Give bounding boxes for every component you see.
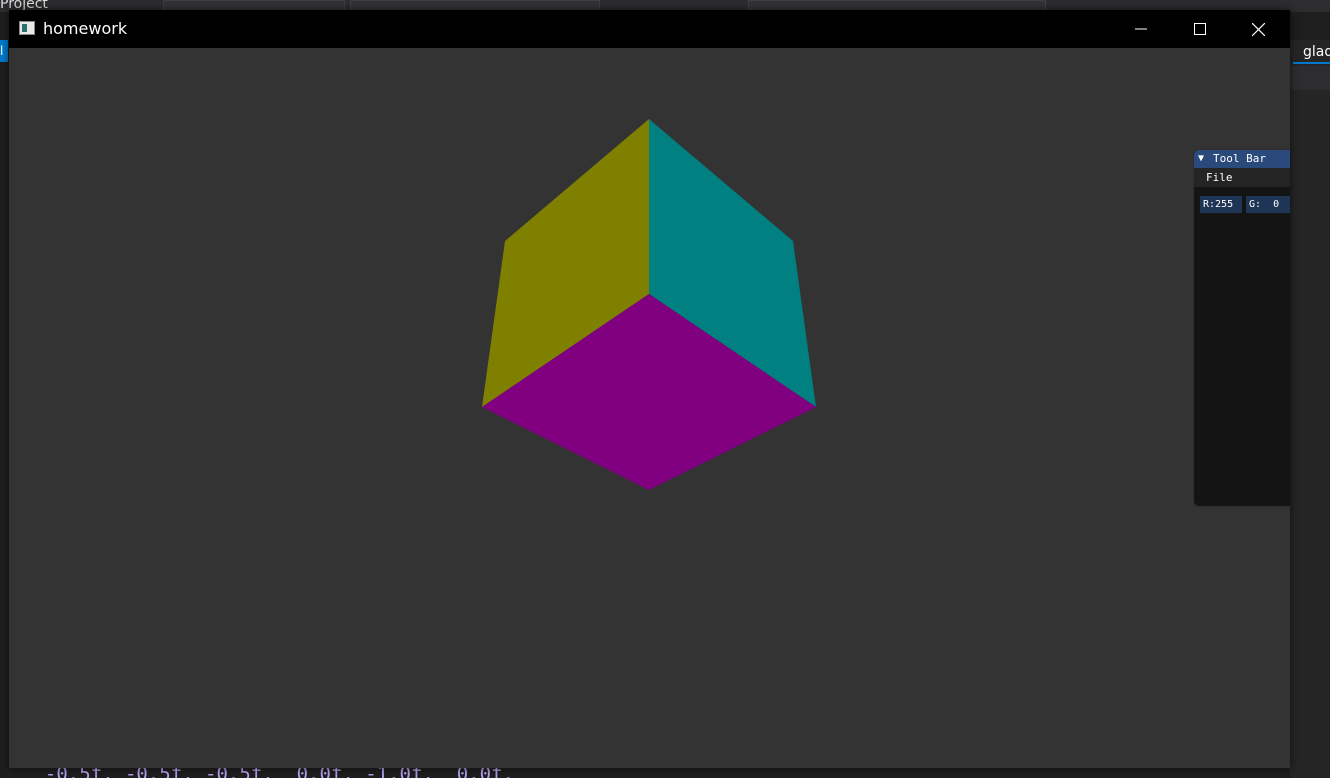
toolbar-menubar: File [1194,168,1290,187]
close-icon [1251,22,1265,36]
app-window: homework ▼ Tool Bar File R:255 G: 0 [9,10,1290,768]
red-slider[interactable]: R:255 [1200,196,1242,213]
green-slider[interactable]: G: 0 [1246,196,1290,213]
ide-tab-glad[interactable]: glad [1293,40,1330,64]
toolbar-title-bar[interactable]: ▼ Tool Bar [1194,150,1290,168]
title-bar[interactable]: homework [9,10,1290,48]
ide-left-tab[interactable]: l [0,40,8,62]
close-button[interactable] [1229,10,1287,48]
menu-file[interactable]: File [1204,168,1235,187]
cube-render [482,119,816,490]
opengl-viewport[interactable]: ▼ Tool Bar File R:255 G: 0 [9,48,1290,768]
toolbar-title: Tool Bar [1213,152,1266,165]
maximize-icon [1194,23,1206,35]
desktop: Project l glad -0.5f, -0.5f, -0.5f, 0.0f… [0,0,1330,778]
maximize-button[interactable] [1171,10,1229,48]
minimize-icon [1135,28,1147,30]
minimize-button[interactable] [1112,10,1170,48]
ide-tab-bar [1290,66,1330,90]
app-icon [19,21,35,35]
triangle-down-icon[interactable]: ▼ [1198,150,1204,168]
window-title: homework [43,19,128,38]
toolbar-panel[interactable]: ▼ Tool Bar File R:255 G: 0 [1193,149,1290,507]
ide-right-panel [1290,40,1330,778]
